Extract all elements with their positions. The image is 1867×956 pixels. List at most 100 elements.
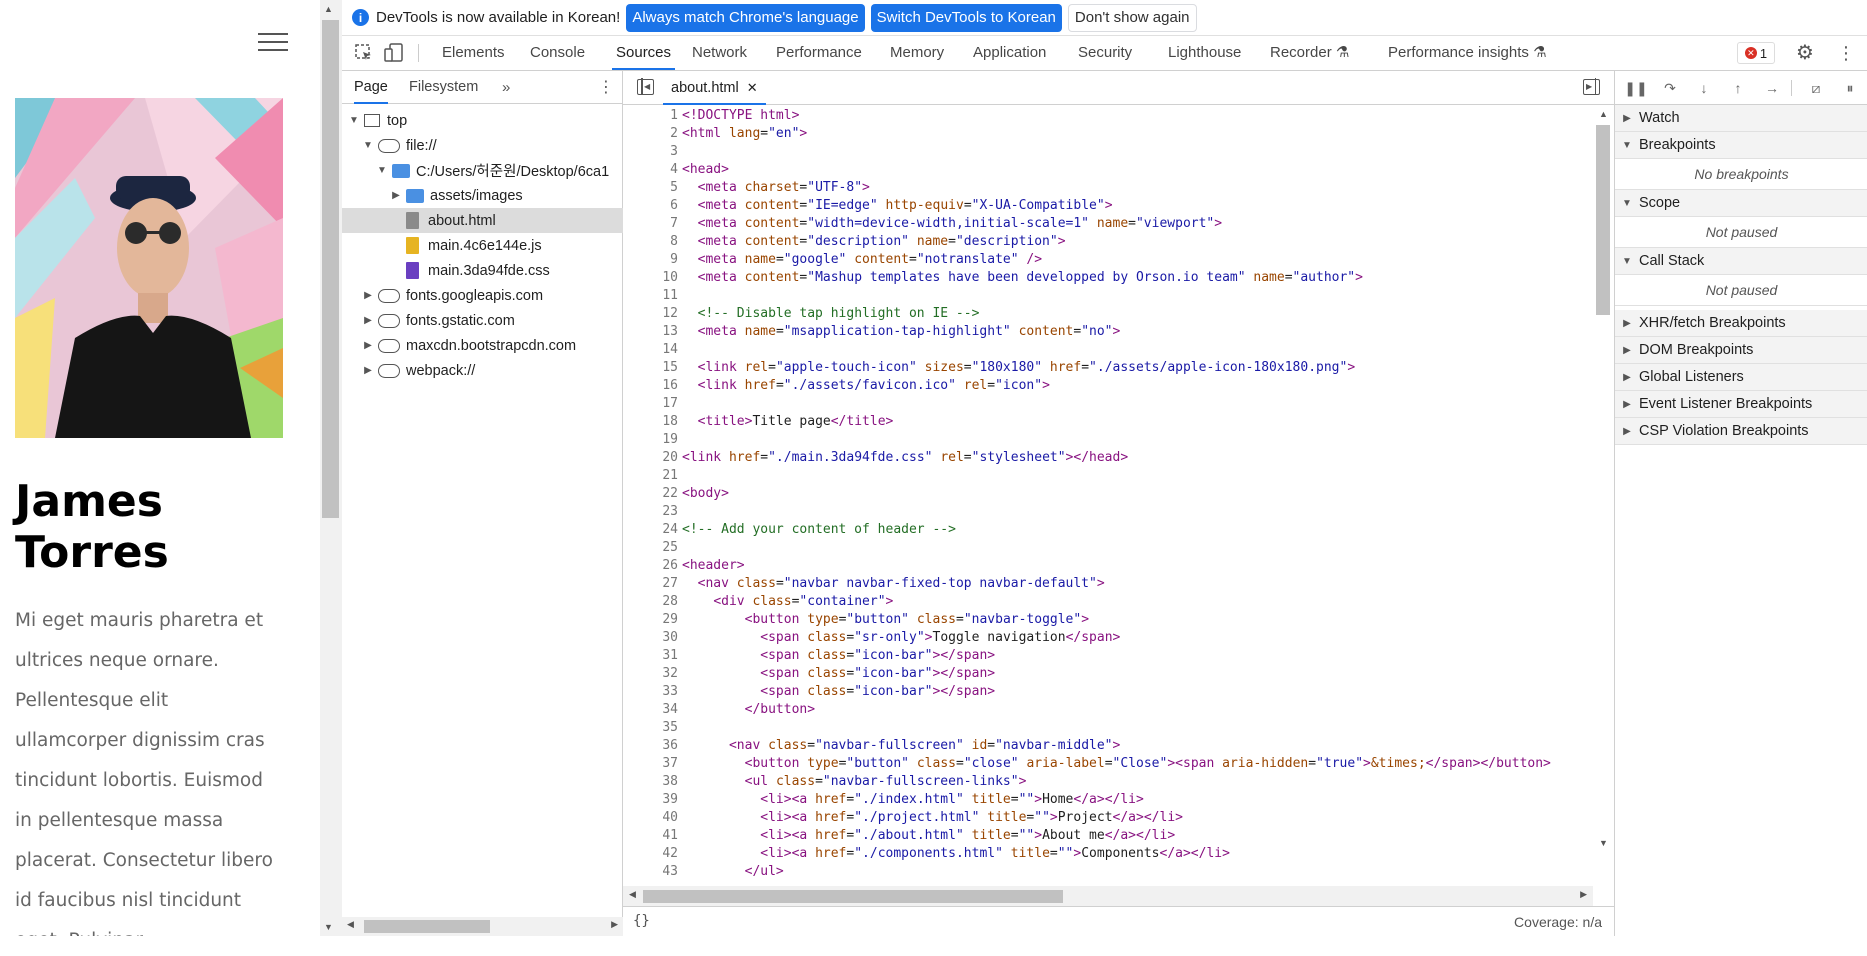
- line-number[interactable]: 19: [623, 432, 678, 447]
- line-number[interactable]: 29: [623, 612, 678, 627]
- editor-hscrollbar[interactable]: ◀ ▶: [623, 886, 1593, 906]
- code-line[interactable]: <link rel="apple-touch-icon" sizes="180x…: [682, 360, 1356, 375]
- line-number[interactable]: 23: [623, 504, 678, 519]
- line-number[interactable]: 36: [623, 738, 678, 753]
- editor-hscroll-thumb[interactable]: [643, 890, 1063, 903]
- code-line[interactable]: <meta content="description" name="descri…: [682, 234, 1066, 249]
- editor-vscrollbar[interactable]: ▲ ▼: [1593, 105, 1613, 852]
- tab-performance-insights[interactable]: Performance insights ⚗: [1388, 36, 1547, 70]
- line-number[interactable]: 35: [623, 720, 678, 735]
- nav-tab-page[interactable]: Page: [354, 71, 388, 104]
- line-number[interactable]: 7: [623, 216, 678, 231]
- line-number[interactable]: 26: [623, 558, 678, 573]
- code-line[interactable]: <div class="container">: [682, 594, 893, 609]
- navigator-hscrollbar[interactable]: ◀ ▶: [342, 917, 623, 936]
- tab-sources[interactable]: Sources: [612, 36, 676, 70]
- code-line[interactable]: <meta content="IE=edge" http-equiv="X-UA…: [682, 198, 1113, 213]
- dont-show-again-button[interactable]: Don't show again: [1067, 3, 1197, 32]
- code-line[interactable]: <nav class="navbar navbar-fixed-top navb…: [682, 576, 1105, 591]
- close-tab-icon[interactable]: ✕: [747, 80, 758, 95]
- tab-security[interactable]: Security: [1078, 36, 1132, 70]
- line-number[interactable]: 2: [623, 126, 678, 141]
- preview-scrollbar-thumb[interactable]: [322, 20, 339, 518]
- code-line[interactable]: <!-- Disable tap highlight on IE -->: [682, 306, 980, 321]
- line-number[interactable]: 40: [623, 810, 678, 825]
- line-number[interactable]: 18: [623, 414, 678, 429]
- code-line[interactable]: <button type="button" class="navbar-togg…: [682, 612, 1089, 627]
- code-line[interactable]: <link href="./assets/favicon.ico" rel="i…: [682, 378, 1050, 393]
- tree-item-bootstrapcdn[interactable]: ▶ maxcdn.bootstrapcdn.com: [342, 333, 623, 358]
- line-number[interactable]: 10: [623, 270, 678, 285]
- section-csp-breakpoints[interactable]: ▶ CSP Violation Breakpoints: [1615, 418, 1867, 445]
- code-line[interactable]: <!-- Add your content of header -->: [682, 522, 956, 537]
- line-number[interactable]: 38: [623, 774, 678, 789]
- line-number[interactable]: 21: [623, 468, 678, 483]
- line-number[interactable]: 24: [623, 522, 678, 537]
- settings-gear-icon[interactable]: ⚙: [1796, 36, 1814, 70]
- code-line[interactable]: <meta name="google" content="notranslate…: [682, 252, 1042, 267]
- line-number[interactable]: 33: [623, 684, 678, 699]
- editor-file-tab[interactable]: about.html ✕: [663, 71, 766, 105]
- step-out-icon[interactable]: ↑: [1725, 71, 1751, 105]
- code-line[interactable]: <button type="button" class="close" aria…: [682, 756, 1551, 771]
- more-options-icon[interactable]: ⋮: [1837, 36, 1855, 70]
- code-line[interactable]: <span class="icon-bar"></span>: [682, 684, 995, 699]
- code-line[interactable]: <header>: [682, 558, 745, 573]
- section-scope[interactable]: ▼ Scope: [1615, 190, 1867, 217]
- error-counter[interactable]: ✕ 1: [1737, 42, 1775, 64]
- code-line[interactable]: <body>: [682, 486, 729, 501]
- line-number[interactable]: 15: [623, 360, 678, 375]
- section-event-listener-breakpoints[interactable]: ▶ Event Listener Breakpoints: [1615, 391, 1867, 418]
- line-number[interactable]: 3: [623, 144, 678, 159]
- code-line[interactable]: <head>: [682, 162, 729, 177]
- more-tabs-chevron-icon[interactable]: »: [502, 71, 510, 104]
- pretty-print-button[interactable]: {}: [633, 913, 650, 929]
- navigator-menu-icon[interactable]: ⋮: [598, 71, 614, 104]
- line-number[interactable]: 31: [623, 648, 678, 663]
- code-line[interactable]: <span class="icon-bar"></span>: [682, 648, 995, 663]
- section-dom-breakpoints[interactable]: ▶ DOM Breakpoints: [1615, 337, 1867, 364]
- tab-memory[interactable]: Memory: [890, 36, 944, 70]
- line-number[interactable]: 34: [623, 702, 678, 717]
- line-number[interactable]: 25: [623, 540, 678, 555]
- tree-item-top[interactable]: ▼ top: [342, 108, 623, 133]
- code-line[interactable]: <meta charset="UTF-8">: [682, 180, 870, 195]
- line-number[interactable]: 6: [623, 198, 678, 213]
- code-line[interactable]: <li><a href="./index.html" title="">Home…: [682, 792, 1144, 807]
- code-line[interactable]: <meta name="msapplication-tap-highlight"…: [682, 324, 1121, 339]
- tab-performance[interactable]: Performance: [776, 36, 862, 70]
- code-line[interactable]: <li><a href="./components.html" title=""…: [682, 846, 1230, 861]
- section-breakpoints[interactable]: ▼ Breakpoints: [1615, 132, 1867, 159]
- section-global-listeners[interactable]: ▶ Global Listeners: [1615, 364, 1867, 391]
- match-language-button[interactable]: Always match Chrome's language: [626, 3, 865, 32]
- toggle-debugger-icon[interactable]: ▶: [1583, 78, 1600, 95]
- line-number[interactable]: 39: [623, 792, 678, 807]
- code-line[interactable]: </ul>: [682, 864, 784, 879]
- switch-korean-button[interactable]: Switch DevTools to Korean: [870, 3, 1062, 32]
- line-number[interactable]: 1: [623, 108, 678, 123]
- section-xhr-breakpoints[interactable]: ▶ XHR/fetch Breakpoints: [1615, 310, 1867, 337]
- step-over-icon[interactable]: ↷: [1657, 71, 1683, 105]
- step-into-icon[interactable]: ↓: [1691, 71, 1717, 105]
- section-watch[interactable]: ▶ Watch: [1615, 105, 1867, 132]
- line-number[interactable]: 16: [623, 378, 678, 393]
- tab-recorder[interactable]: Recorder ⚗: [1270, 36, 1349, 70]
- line-number[interactable]: 30: [623, 630, 678, 645]
- line-number[interactable]: 27: [623, 576, 678, 591]
- code-line[interactable]: <meta content="Mashup templates have bee…: [682, 270, 1363, 285]
- tree-item-gstatic[interactable]: ▶ fonts.gstatic.com: [342, 308, 623, 333]
- line-number[interactable]: 13: [623, 324, 678, 339]
- line-number[interactable]: 28: [623, 594, 678, 609]
- line-number[interactable]: 37: [623, 756, 678, 771]
- code-line[interactable]: </button>: [682, 702, 815, 717]
- tree-item-about-html[interactable]: about.html: [342, 208, 623, 233]
- code-line[interactable]: <span class="sr-only">Toggle navigation<…: [682, 630, 1120, 645]
- line-number[interactable]: 17: [623, 396, 678, 411]
- line-number[interactable]: 22: [623, 486, 678, 501]
- code-line[interactable]: <html lang="en">: [682, 126, 807, 141]
- code-line[interactable]: <link href="./main.3da94fde.css" rel="st…: [682, 450, 1128, 465]
- tab-network[interactable]: Network: [692, 36, 747, 70]
- tab-console[interactable]: Console: [530, 36, 585, 70]
- navigator-scroll-thumb[interactable]: [364, 920, 490, 933]
- tree-item-main-js[interactable]: main.4c6e144e.js: [342, 233, 623, 258]
